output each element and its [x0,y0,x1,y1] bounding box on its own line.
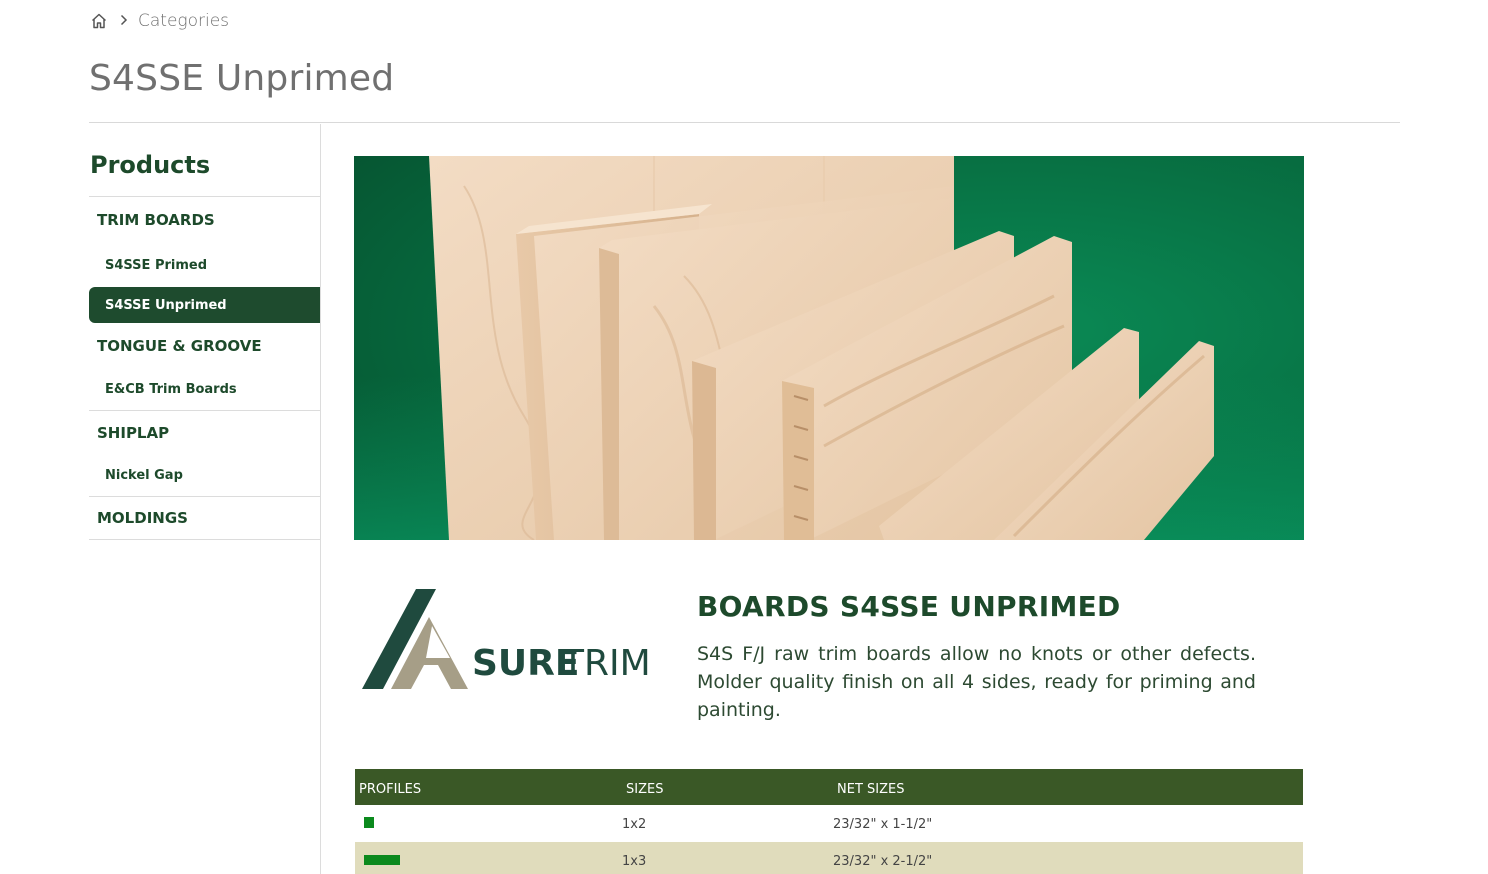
table-row: 1x2 23/32" x 1-1/2" [355,805,1303,842]
square-profile-icon [364,817,374,828]
sidebar-item-tongue-groove[interactable]: TONGUE & GROOVE [89,323,320,369]
sidebar-item-ecb-trim-boards[interactable]: E&CB Trim Boards [89,369,320,411]
chevron-right-icon [120,14,128,29]
sidebar-item-shiplap[interactable]: SHIPLAP [89,411,320,455]
sidebar-item-nickel-gap[interactable]: Nickel Gap [89,455,320,497]
suretrim-logo: SURE TRIM [360,586,651,692]
breadcrumb: Categories [90,10,229,32]
sidebar-item-trim-boards[interactable]: TRIM BOARDS [89,197,320,243]
breadcrumb-categories-link[interactable]: Categories [138,11,229,31]
home-icon[interactable] [90,12,108,30]
sidebar-heading: Products [89,124,320,197]
size-cell: 1x2 [622,805,833,842]
table-row: 1x3 23/32" x 2-1/2" [355,842,1303,874]
size-cell: 1x3 [622,842,833,874]
sidebar-item-s4sse-primed[interactable]: S4SSE Primed [89,243,320,287]
product-hero-image [354,156,1304,540]
page-title: S4SSE Unprimed [89,58,395,99]
products-sidebar: Products TRIM BOARDS S4SSE Primed S4SSE … [89,124,321,874]
header-sizes: SIZES [622,769,833,805]
product-heading: BOARDS S4SSE UNPRIMED [697,590,1121,623]
rectangle-profile-icon [364,855,400,865]
logo-text-trim: TRIM [561,643,650,684]
sidebar-item-moldings[interactable]: MOLDINGS [89,497,320,540]
profile-cell [355,805,622,842]
header-net-sizes: NET SIZES [833,769,1303,805]
profiles-table: PROFILES SIZES NET SIZES 1x2 23/32" x 1-1… [355,769,1303,874]
title-divider [89,122,1400,123]
header-profiles: PROFILES [355,769,622,805]
net-size-cell: 23/32" x 2-1/2" [833,842,1303,874]
product-description: S4S F/J raw trim boards allow no knots o… [697,643,1256,721]
profile-cell [355,842,622,874]
sidebar-item-s4sse-unprimed[interactable]: S4SSE Unprimed [89,287,320,323]
table-header-row: PROFILES SIZES NET SIZES [355,769,1303,805]
net-size-cell: 23/32" x 1-1/2" [833,805,1303,842]
